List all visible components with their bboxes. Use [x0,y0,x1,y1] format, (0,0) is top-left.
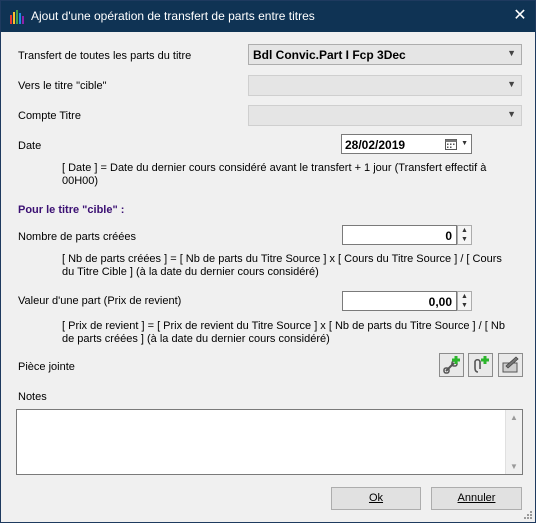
chevron-down-icon: ▼ [507,48,516,58]
account-label: Compte Titre [18,110,81,122]
title-bar: Ajout d'une opération de transfert de pa… [1,1,535,32]
date-picker[interactable]: 28/02/2019 ▼ [341,134,472,154]
unit-value-input[interactable]: 0,00 [342,291,457,311]
notes-textarea[interactable]: ▲ ▼ [16,409,523,475]
target-title-select[interactable]: ▼ [248,75,522,96]
shares-label: Nombre de parts créées [18,231,136,243]
dialog-window: Ajout d'une opération de transfert de pa… [0,0,536,523]
source-title-select[interactable]: Bdl Convic.Part I Fcp 3Dec ▼ [248,44,522,65]
add-paperclip-icon [474,356,489,373]
cancel-button-label: Annuler [457,492,496,504]
unit-value-spinner[interactable]: ▲ ▼ [457,291,472,311]
ok-button[interactable]: Ok [331,487,421,510]
shares-note: [ Nb de parts créées ] = [ Nb de parts d… [62,253,502,278]
spin-up-icon[interactable]: ▲ [461,226,468,235]
unit-value-note: [ Prix de revient ] = [ Prix de revient … [62,320,505,345]
close-icon[interactable]: ✕ [505,1,535,32]
date-note: [ Date ] = Date du dernier cours considé… [62,162,487,187]
resize-grip-icon[interactable] [523,510,533,520]
source-title-value: Bdl Convic.Part I Fcp 3Dec [253,48,406,62]
chevron-down-icon[interactable]: ▼ [461,140,468,147]
unit-value-label: Valeur d'une part (Prix de revient) [18,295,182,307]
window-title: Ajout d'une opération de transfert de pa… [31,9,315,23]
edit-attachment-icon [502,356,519,373]
edit-attachment-button[interactable] [498,353,523,377]
scroll-up-icon[interactable]: ▲ [510,413,518,422]
attachment-label: Pièce jointe [18,361,75,373]
date-label: Date [18,140,42,152]
cancel-button[interactable]: Annuler [431,487,522,510]
add-link-icon [443,356,460,374]
shares-input[interactable]: 0 [342,225,457,245]
shares-value: 0 [445,229,452,243]
add-link-button[interactable] [439,353,464,377]
unit-value-value: 0,00 [428,295,452,309]
bar-chart-icon [10,10,24,24]
source-title-label: Transfert de toutes les parts du titre [18,50,192,62]
chevron-down-icon: ▼ [507,109,516,119]
chevron-down-icon: ▼ [507,79,516,89]
target-title-label: Vers le titre "cible" [18,80,107,92]
scroll-down-icon[interactable]: ▼ [510,462,518,471]
notes-label: Notes [18,391,47,403]
target-section-title: Pour le titre "cible" : [18,204,125,216]
add-file-button[interactable] [468,353,493,377]
spin-up-icon[interactable]: ▲ [461,292,468,301]
spin-down-icon[interactable]: ▼ [461,235,468,244]
notes-scrollbar[interactable]: ▲ ▼ [505,410,522,474]
account-select[interactable]: ▼ [248,105,522,126]
spin-down-icon[interactable]: ▼ [461,301,468,310]
calendar-icon[interactable] [445,138,457,150]
ok-button-label: Ok [368,492,384,504]
date-value: 28/02/2019 [345,138,406,152]
shares-spinner[interactable]: ▲ ▼ [457,225,472,245]
